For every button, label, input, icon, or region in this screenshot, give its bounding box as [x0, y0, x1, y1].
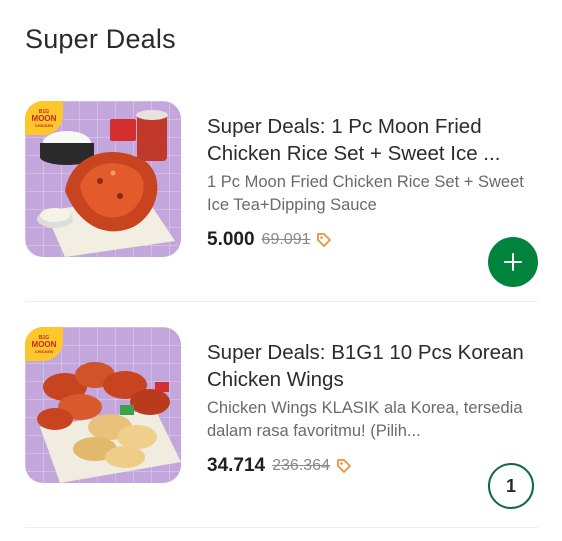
deal-card[interactable]: B1G MOON CHICKEN Super Deals: B1G1 10 Pc…	[0, 327, 562, 537]
section-title: Super Deals	[25, 24, 176, 54]
deal-original-price: 69.091	[261, 231, 311, 248]
price-row: 5.000 69.091	[207, 229, 332, 251]
plus-icon	[504, 253, 522, 271]
divider	[25, 527, 538, 528]
deal-card[interactable]: B1G MOON CHICKEN Super Deals: 1 Pc Moon …	[0, 101, 562, 311]
tag-icon	[337, 459, 351, 473]
add-to-cart-button[interactable]	[488, 237, 538, 287]
tag-icon	[317, 233, 332, 247]
deal-title[interactable]: Super Deals: B1G1 10 Pcs Korean Chicken …	[207, 339, 542, 393]
deal-original-price: 236.364	[272, 457, 330, 474]
price-row: 34.714 236.364	[207, 455, 352, 477]
deal-image-chicken-wings[interactable]: B1G MOON CHICKEN	[25, 327, 181, 483]
deal-image-rice-set[interactable]: B1G MOON CHICKEN	[25, 101, 181, 257]
quantity-button[interactable]: 1	[488, 463, 534, 509]
divider	[25, 301, 538, 302]
deal-price: 5.000	[207, 229, 255, 250]
deal-title[interactable]: Super Deals: 1 Pc Moon Fried Chicken Ric…	[207, 113, 542, 167]
deal-description: Chicken Wings KLASIK ala Korea, tersedia…	[207, 399, 523, 440]
deal-description: 1 Pc Moon Fried Chicken Rice Set + Sweet…	[207, 173, 524, 214]
deal-price: 34.714	[207, 455, 266, 476]
